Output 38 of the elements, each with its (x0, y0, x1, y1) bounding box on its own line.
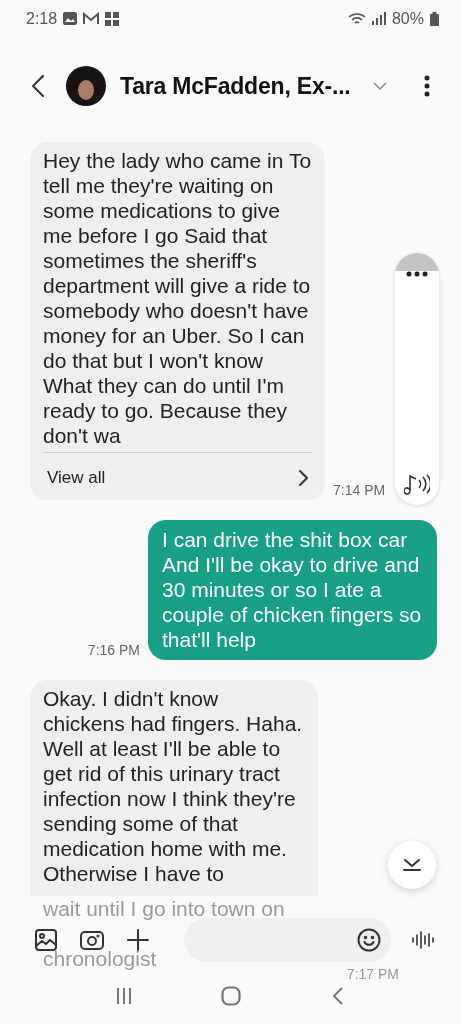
chevron-down-icon[interactable] (372, 82, 387, 90)
message-input-field[interactable] (184, 918, 391, 962)
wifi-icon (347, 11, 366, 26)
more-dots-icon (406, 271, 428, 277)
mail-icon (83, 12, 100, 25)
back-icon (331, 986, 344, 1006)
status-time: 2:18 (26, 9, 58, 28)
grid-icon (105, 11, 120, 26)
view-all-button[interactable]: View all (43, 452, 312, 490)
music-note-icon (404, 473, 430, 495)
message-bubble: Okay. I didn't know chickens had fingers. Haha. Well at least I'll be able to get rid of this urinary tract infection now I think they're sending some of that medication home with me. Otherwise I have to (30, 680, 318, 896)
back-icon (31, 74, 45, 98)
home-icon (220, 986, 241, 1006)
message-time: 7:17 PM (346, 966, 399, 982)
waveform-icon (411, 930, 435, 950)
message-bubble: Hey the lady who came in To tell me they're waiting on some medications to give me before I go Said that sometimes the sheriff's department will give a ride to somebody who doesn't have money for an Uber. So I can do that but I won't know What they can do until I'm ready to go. Because they don't wa View all (30, 142, 325, 500)
message-text: chronologist (43, 946, 157, 971)
chevron-right-icon (298, 468, 308, 487)
message-bubble: I can drive the shit box car And I'll be okay to drive and 30 minutes or so I ate a couple of chicken fingers so that'll help (148, 520, 437, 660)
camera-icon (80, 929, 104, 951)
image-icon (63, 12, 78, 25)
message-time: 7:16 PM (87, 642, 140, 660)
gallery-icon (35, 929, 57, 951)
more-icon (423, 75, 430, 97)
battery-percent: 80% (391, 9, 424, 28)
emoji-icon[interactable] (357, 928, 381, 952)
scroll-down-button[interactable] (388, 841, 436, 889)
battery-icon (430, 11, 439, 26)
contact-name[interactable]: Tara McFadden, Ex-... (120, 72, 351, 100)
chevron-down-icon (402, 858, 422, 872)
scroll-handle[interactable] (395, 253, 439, 505)
plus-icon (127, 929, 149, 951)
recent-apps-icon (114, 987, 133, 1005)
message-time: 7:14 PM (333, 482, 386, 500)
message-text: wait until I go into town on (43, 896, 286, 921)
contact-avatar[interactable] (66, 66, 106, 106)
handle-cap (395, 253, 439, 271)
signal-icon (371, 12, 386, 25)
